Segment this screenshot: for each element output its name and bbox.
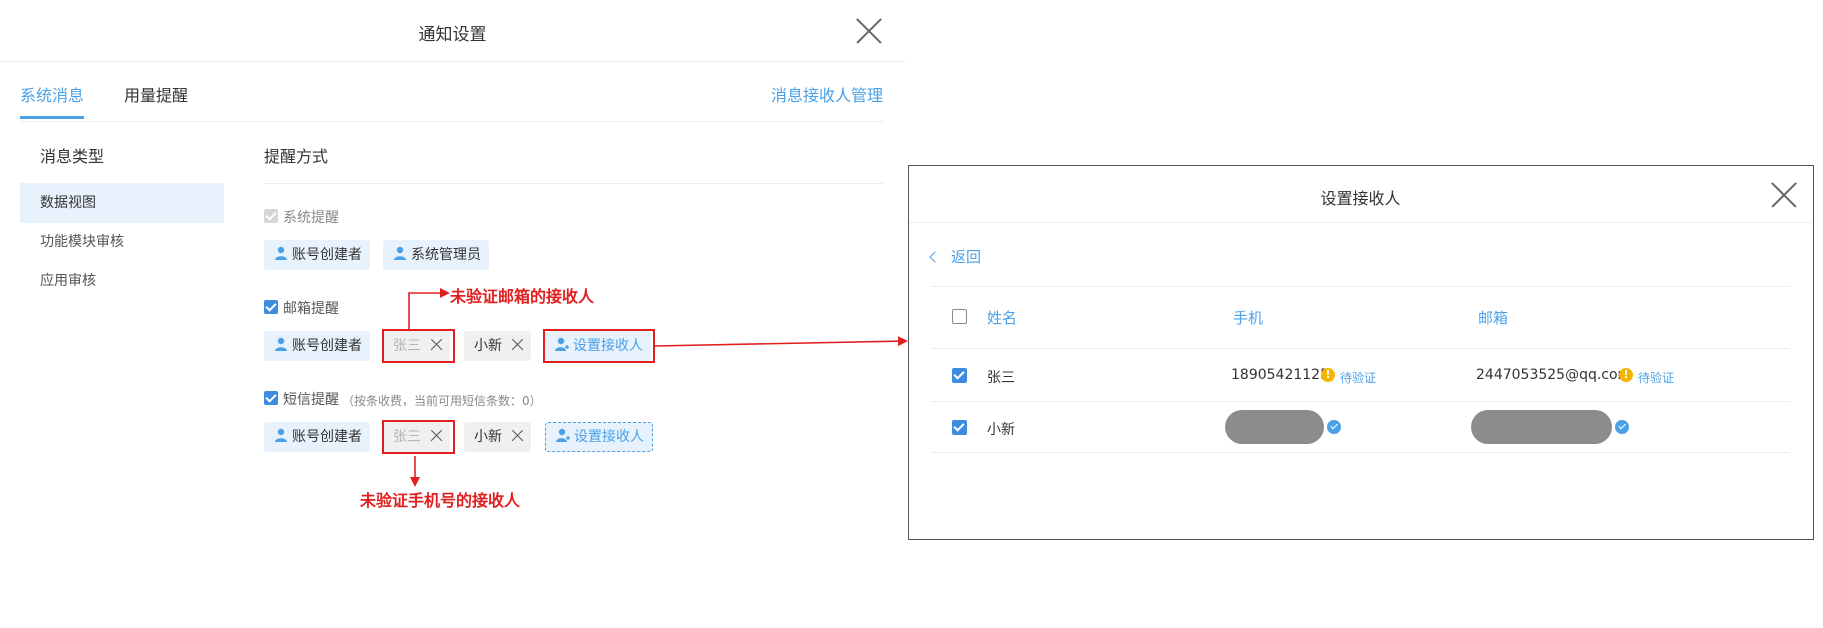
close-icon[interactable] [1770,181,1798,209]
select-all-checkbox[interactable] [952,309,967,324]
recipient-phone: 18905421125 [1231,367,1329,383]
phone-pending-link[interactable]: 待验证 [1340,369,1376,386]
back-button[interactable]: 返回 [929,246,982,267]
warning-icon: ! [1321,368,1335,382]
annotation-phone-unverified: 未验证手机号的接收人 [360,491,521,510]
chevron-left-icon [929,251,941,263]
row-checkbox[interactable] [952,368,967,383]
column-header-name: 姓名 [987,309,1018,327]
email-pending-link[interactable]: 待验证 [1638,369,1674,386]
back-label: 返回 [951,248,982,266]
recipient-name: 小新 [987,422,1015,438]
warning-icon: ! [1619,368,1633,382]
row-checkbox[interactable] [952,420,967,435]
column-header-email: 邮箱 [1478,309,1509,327]
annotation-email-unverified: 未验证邮箱的接收人 [450,287,595,306]
verified-icon [1615,420,1629,434]
column-header-phone: 手机 [1233,309,1264,327]
set-recipient-dialog: 设置接收人 返回 姓名 手机 邮箱 张三 18905421125 ! 待验证 2… [908,165,1814,540]
dialog-title: 设置接收人 [1320,189,1401,208]
divider [931,401,1790,402]
verified-icon [1327,420,1341,434]
divider [931,452,1790,453]
dialog-header: 设置接收人 [909,166,1812,223]
divider [931,348,1790,349]
divider [931,286,1790,287]
recipient-name: 张三 [987,370,1015,386]
recipient-email: 2447053525@qq.com [1476,367,1632,383]
redacted-email [1471,410,1612,444]
redacted-phone [1225,410,1324,444]
